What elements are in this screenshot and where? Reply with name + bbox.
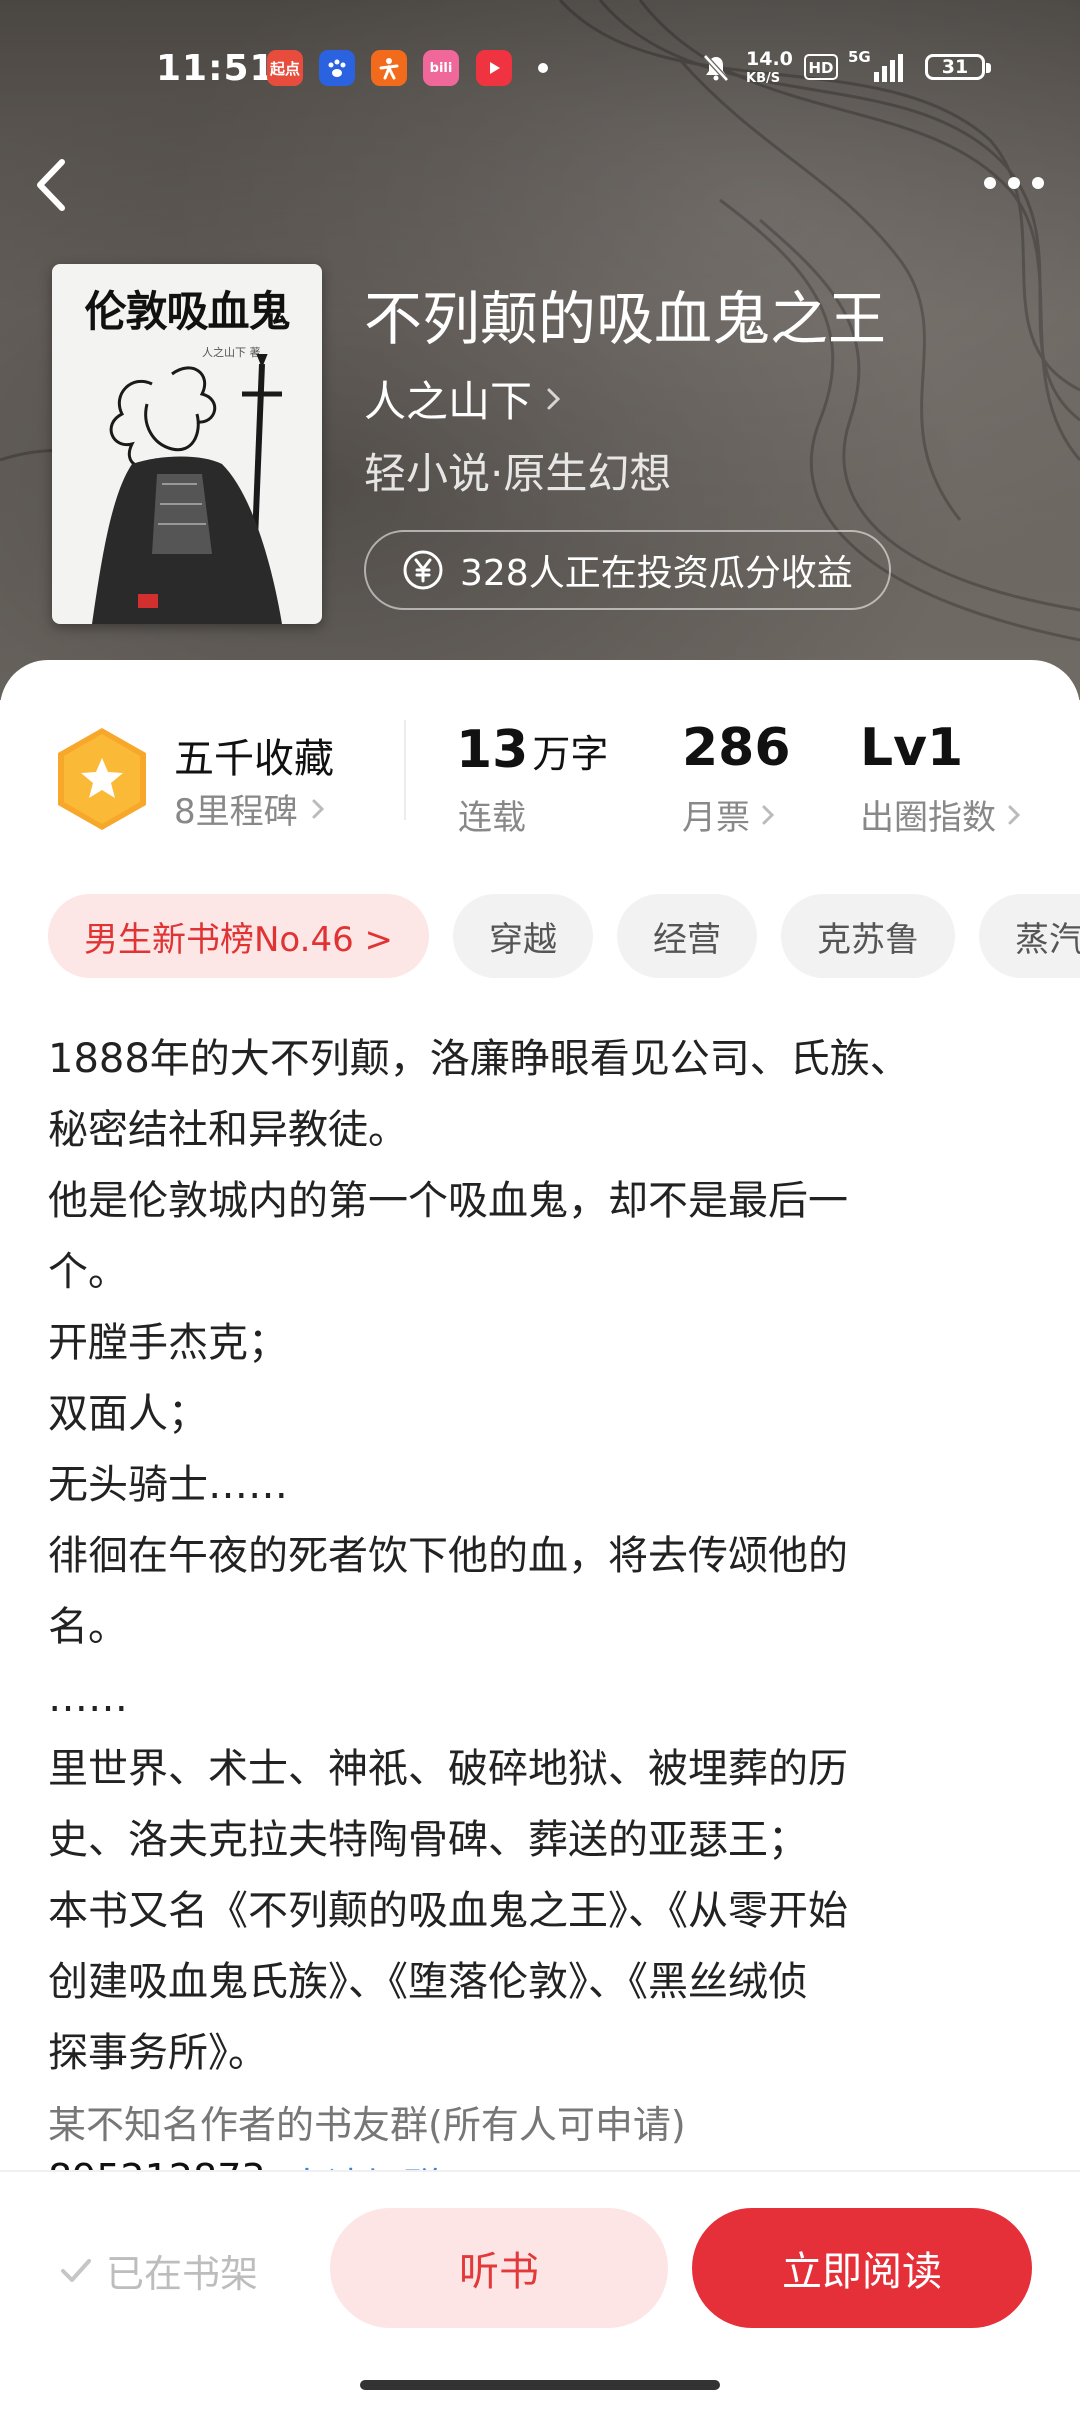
description-line: 秘密结社和异教徒。 [48,1107,408,1153]
video-app-icon [476,50,512,86]
book-title: 不列颠的吸血鬼之王 [364,285,887,353]
monthly-ticket-label: 月票 [682,798,750,838]
checkmark-icon [61,2259,91,2282]
star-badge-icon[interactable] [54,726,150,832]
read-now-button[interactable]: 立即阅读 [692,2208,1032,2328]
monthly-ticket-value: 286 [682,718,791,778]
book-cover[interactable]: 伦敦吸血鬼 人之山下 著 [52,264,322,624]
description-line: 双面人； [48,1391,208,1437]
status-time: 11:51 [156,48,276,89]
net-speed-value: 14.0 [746,48,793,70]
cover-illustration [92,354,282,624]
book-description: 1888年的大不列颠，洛廉睁眼看见公司、氏族、 秘密结社和异教徒。 他是伦敦城内… [48,1024,1008,2089]
more-options-icon[interactable] [982,168,1046,198]
more-notifications-dot [538,63,548,73]
signal-icon [874,54,903,82]
listen-button[interactable]: 听书 [330,2208,668,2328]
description-line: 探事务所》。 [48,2030,268,2076]
taote-app-icon [371,50,407,86]
hd-badge: HD [804,54,838,80]
invest-button[interactable]: 328人正在投资瓜分收益 [364,530,891,610]
qidian-app-icon: 起点 [267,50,303,86]
collect-milestone-sub: 8里程碑 [174,792,298,832]
description-line: 里世界、术士、神祇、破碎地狱、被埋葬的历 [48,1746,848,1792]
description-line: 无头骑士…… [48,1462,288,1508]
home-indicator[interactable] [360,2380,720,2390]
author-link[interactable]: 人之山下 [364,368,564,429]
popularity-level-value: Lv1 [860,718,964,778]
description-line: 本书又名《不列颠的吸血鬼之王》、《从零开始 [48,1888,848,1934]
tag-steampunk[interactable]: 蒸汽 [979,894,1080,978]
serial-status: 连载 [458,798,526,838]
chevron-right-icon [1008,805,1021,824]
description-line: 个。 [48,1249,128,1295]
tag-management[interactable]: 经营 [617,894,758,978]
rank-tag[interactable]: 男生新书榜No.46 > [48,894,430,978]
description-line: 开膛手杰克； [48,1320,288,1366]
mute-icon [703,54,729,82]
monthly-ticket-link[interactable]: 月票 [682,790,778,839]
collect-milestone-link[interactable]: 8里程碑 [174,784,328,833]
author-name: 人之山下 [364,377,533,426]
invest-text: 328人正在投资瓜分收益 [460,553,853,594]
word-count-value: 13 [456,720,529,780]
on-shelf-status: 已在书架 [56,2240,258,2300]
word-count-unit: 万字 [532,732,609,776]
back-arrow-icon[interactable] [30,150,80,220]
popularity-index-link[interactable]: 出圈指数 [860,790,1024,839]
collect-milestone-title: 五千收藏 [174,736,334,782]
word-count: 13 万字 [456,720,608,780]
tag-time-travel[interactable]: 穿越 [453,894,594,978]
net-speed-unit: KB/S [746,71,781,86]
description-line: 他是伦敦城内的第一个吸血鬼，却不是最后一 [48,1178,848,1224]
tag-cthulhu[interactable]: 克苏鲁 [781,894,956,978]
description-line: 名。 [48,1604,128,1650]
description-line: 1888年的大不列颠，洛廉睁眼看见公司、氏族、 [48,1036,910,1082]
fan-group-text: 某不知名作者的书友群(所有人可申请) [48,2103,686,2147]
description-line: 创建吸血鬼氏族》、《堕落伦敦》、《黑丝绒侦 [48,1959,808,2005]
yuan-coin-icon [403,550,443,590]
popularity-index-label: 出圈指数 [860,798,996,838]
cover-title: 伦敦吸血鬼 [84,287,290,336]
status-bar: 11:51 起点 bili 14.0 KB/S HD 5G 31 [0,40,1080,100]
on-shelf-label: 已在书架 [106,2251,259,2296]
description-line: …… [48,1675,128,1721]
baidu-app-icon [319,50,355,86]
stats-divider [404,720,406,820]
description-line: 史、洛夫克拉夫特陶骨碑、葬送的亚瑟王； [48,1817,808,1863]
battery-indicator: 31 [925,54,991,80]
description-line: 徘徊在午夜的死者饮下他的血，将去传颂他的 [48,1533,848,1579]
chevron-right-icon [762,805,775,824]
chevron-right-icon [312,799,324,818]
tag-row: 男生新书榜No.46 > 穿越 经营 克苏鲁 蒸汽 [48,894,1080,978]
bilibili-app-icon: bili [423,50,459,86]
book-genre: 轻小说·原生幻想 [364,449,672,498]
chevron-right-icon [547,388,561,409]
